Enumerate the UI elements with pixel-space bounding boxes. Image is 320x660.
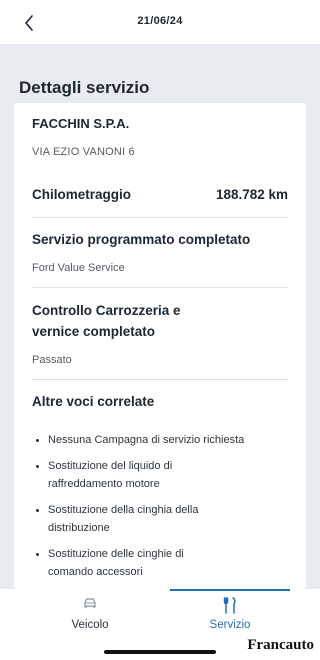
list-item-text: Sostituzione del liquido di [48,460,173,472]
list-item: Sostituzione della cinghia della distribu… [36,501,286,537]
body-check-title-line1: Controllo Carrozzeria e [32,303,181,318]
tab-service-label: Servizio [209,619,251,631]
body-check-subtitle: Passato [32,354,72,366]
list-item-text: Sostituzione delle cinghie di [48,548,184,560]
list-item: Sostituzione delle cinghie di comando acc… [36,545,286,581]
list-item: Sostituzione del liquido di raffreddament… [36,457,286,493]
list-item-text: raffreddamento motore [48,478,160,490]
scheduled-service-title: Servizio programmato completato [32,232,251,247]
tab-vehicle[interactable]: Veicolo [10,589,170,639]
bullet-icon [36,509,39,512]
service-tools-icon [223,597,236,614]
car-icon [84,598,96,608]
related-items-list: Nessuna Campagna di servizio richiesta S… [36,431,286,589]
bullet-icon [36,465,39,468]
related-items-title: Altre voci correlate [32,394,155,409]
tab-service[interactable]: Servizio [150,589,310,639]
top-bar: 21/06/24 [0,0,320,44]
divider [32,287,288,288]
home-indicator [104,650,216,654]
body-check-title: Controllo Carrozzeria e vernice completa… [32,300,181,342]
body-check-title-line2: vernice completato [32,324,156,339]
dealer-address: VIA EZIO VANONI 6 [32,146,135,158]
page-title: Dettagli servizio [19,78,150,97]
watermark-logo: Francauto [247,637,314,653]
tab-vehicle-label: Veicolo [71,619,109,631]
list-item-text: comando accessori [48,566,143,578]
bullet-icon [36,439,39,442]
scheduled-service-subtitle: Ford Value Service [32,262,125,274]
dealer-name: FACCHIN S.P.A. [32,116,130,131]
list-item-text: distribuzione [48,522,110,534]
divider [32,379,288,380]
mileage-value: 188.782 km [215,187,288,202]
list-item: Nessuna Campagna di servizio richiesta [36,431,286,449]
mileage-label: Chilometraggio [32,187,132,202]
bullet-icon [36,553,39,556]
list-item-text: Sostituzione della cinghia della [48,504,199,516]
header-date: 21/06/24 [137,15,183,27]
list-item-text: Nessuna Campagna di servizio richiesta [48,434,245,446]
service-details-card: FACCHIN S.P.A. VIA EZIO VANONI 6 Chilome… [14,103,306,589]
divider [32,217,288,218]
